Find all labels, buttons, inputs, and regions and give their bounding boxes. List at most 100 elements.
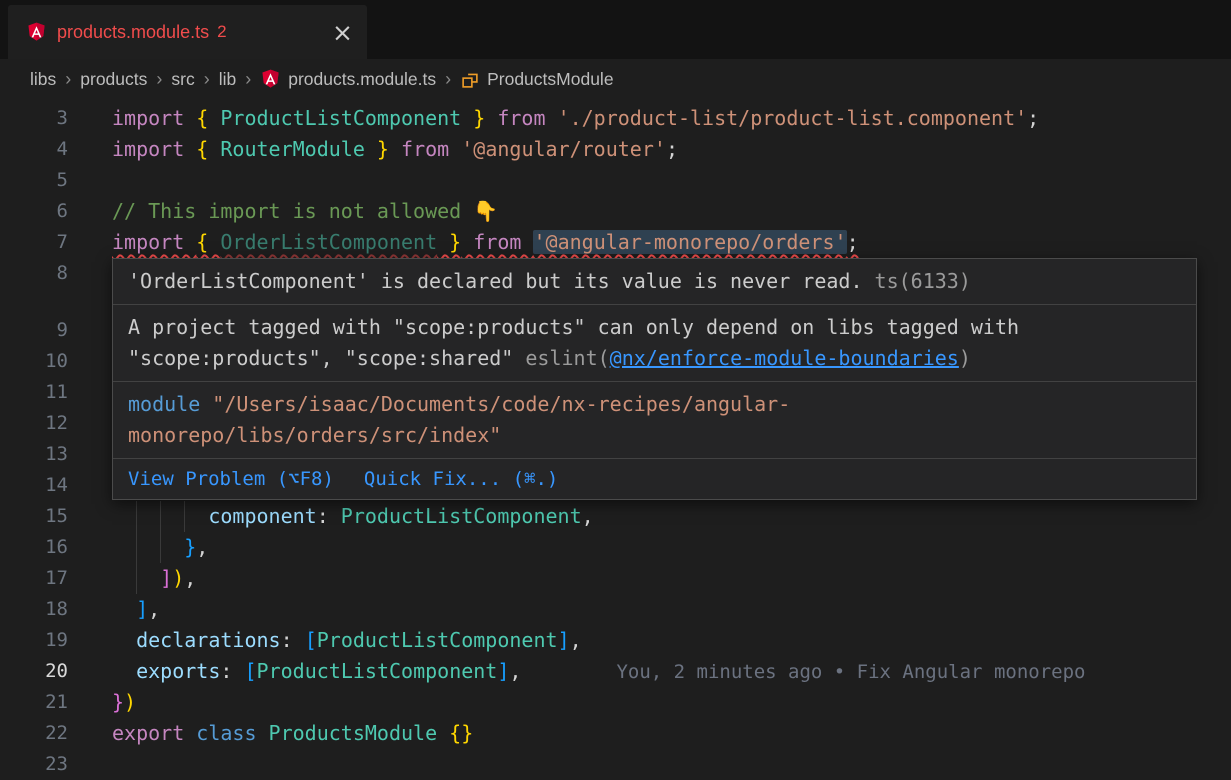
- indent-guide: [136, 501, 137, 532]
- line-number-3[interactable]: 3: [0, 103, 68, 134]
- line-content[interactable]: import { OrderListComponent } from '@ang…: [68, 227, 1231, 258]
- line-content[interactable]: ]),: [68, 563, 1231, 594]
- lint-rule-link[interactable]: @nx/enforce-module-boundaries: [610, 346, 959, 370]
- token-type: RouterModule: [220, 137, 365, 161]
- token-kw: from: [461, 230, 533, 254]
- token-pn: ;: [1027, 106, 1039, 130]
- code-line-6[interactable]: 6 // This import is not allowed 👇: [0, 196, 1231, 227]
- quick-fix-action[interactable]: Quick Fix... (⌘.): [364, 464, 558, 494]
- line-number-18[interactable]: 18: [0, 594, 68, 625]
- line-number-23[interactable]: 23: [0, 749, 68, 780]
- token-kw: import: [112, 230, 196, 254]
- code-line-15[interactable]: 15 component: ProductListComponent,: [0, 501, 1231, 532]
- line-content[interactable]: exports: [ProductListComponent],You, 2 m…: [68, 656, 1231, 687]
- code-editor: 3import { ProductListComponent } from '.…: [0, 100, 1231, 780]
- line-content[interactable]: [68, 749, 1231, 780]
- code-line-19[interactable]: 19 declarations: [ProductListComponent],: [0, 625, 1231, 656]
- hover-widget: 'OrderListComponent' is declared but its…: [112, 258, 1197, 500]
- line-number-12[interactable]: 12: [0, 408, 68, 439]
- code-line-16[interactable]: 16 },: [0, 532, 1231, 563]
- code-line-17[interactable]: 17 ]),: [0, 563, 1231, 594]
- editor-tab-products-module[interactable]: products.module.ts 2 ×: [8, 5, 367, 59]
- hover-text-dim: ): [959, 346, 971, 370]
- token-b3: [: [305, 628, 317, 652]
- line-content[interactable]: declarations: [ProductListComponent],: [68, 625, 1231, 656]
- hover-text-text: "scope:products", "scope:shared": [128, 346, 525, 370]
- token-kw: export: [112, 721, 196, 745]
- angular-icon: [26, 22, 47, 43]
- code-line-18[interactable]: 18 ],: [0, 594, 1231, 625]
- line-number-22[interactable]: 22: [0, 718, 68, 749]
- line-number-17[interactable]: 17: [0, 563, 68, 594]
- line-number-6[interactable]: 6: [0, 196, 68, 227]
- token-b1: {}: [449, 721, 473, 745]
- indent-guide: [136, 532, 137, 563]
- line-number-19[interactable]: 19: [0, 625, 68, 656]
- code-line-23[interactable]: 23: [0, 749, 1231, 780]
- line-number-11[interactable]: 11: [0, 377, 68, 408]
- hover-text-str: monorepo/libs/orders/src/index": [128, 423, 501, 447]
- class-symbol-icon: [460, 70, 480, 90]
- code-line-4[interactable]: 4import { RouterModule } from '@angular/…: [0, 134, 1231, 165]
- token-type: ProductListComponent: [220, 106, 461, 130]
- line-content[interactable]: // This import is not allowed 👇: [68, 196, 1231, 227]
- line-content[interactable]: import { RouterModule } from '@angular/r…: [68, 134, 1231, 165]
- token-pn: ,: [570, 628, 582, 652]
- breadcrumb-item-libs[interactable]: libs: [30, 69, 56, 90]
- token-type: ProductListComponent: [257, 659, 498, 683]
- line-content[interactable]: }): [68, 687, 1231, 718]
- line-number-13[interactable]: 13: [0, 439, 68, 470]
- token-pn: :: [317, 504, 341, 528]
- breadcrumb-item-productsmodule[interactable]: ProductsModule: [460, 69, 613, 90]
- line-number-5[interactable]: 5: [0, 165, 68, 196]
- token-b3: }: [184, 535, 196, 559]
- line-number-21[interactable]: 21: [0, 687, 68, 718]
- indent-guide: [184, 501, 185, 532]
- breadcrumb-item-lib[interactable]: lib: [219, 69, 237, 90]
- token-prop: component: [208, 504, 316, 528]
- token-pn: ,: [196, 535, 208, 559]
- line-content[interactable]: ],: [68, 594, 1231, 625]
- line-number-10[interactable]: 10: [0, 346, 68, 377]
- token-b1: ): [124, 690, 136, 714]
- line-number-7[interactable]: 7: [0, 227, 68, 258]
- token-b1: {: [196, 137, 220, 161]
- code-line-22[interactable]: 22export class ProductsModule {}: [0, 718, 1231, 749]
- git-blame-annotation: You, 2 minutes ago • Fix Angular monorep…: [616, 661, 1085, 683]
- breadcrumb-item-products-module-ts[interactable]: products.module.ts: [260, 69, 436, 90]
- token-b1: ): [172, 566, 184, 590]
- line-number-8[interactable]: 8: [0, 258, 68, 289]
- close-icon[interactable]: ×: [332, 20, 353, 45]
- line-content[interactable]: import { ProductListComponent } from './…: [68, 103, 1231, 134]
- line-number-16[interactable]: 16: [0, 532, 68, 563]
- line-number-14[interactable]: 14: [0, 470, 68, 501]
- token-ws: [112, 535, 184, 559]
- breadcrumb-item-products[interactable]: products: [80, 69, 147, 90]
- view-problem-action[interactable]: View Problem (⌥F8): [128, 464, 334, 494]
- code-line-7[interactable]: 7import { OrderListComponent } from '@an…: [0, 227, 1231, 258]
- token-pn: ,: [582, 504, 594, 528]
- token-b3: ]: [558, 628, 570, 652]
- code-line-20[interactable]: 20 exports: [ProductListComponent],You, …: [0, 656, 1231, 687]
- line-number-4[interactable]: 4: [0, 134, 68, 165]
- line-number-9[interactable]: 9: [0, 315, 68, 346]
- breadcrumb-label: lib: [219, 69, 237, 90]
- breadcrumb-item-src[interactable]: src: [171, 69, 194, 90]
- token-b1: }: [437, 230, 461, 254]
- token-prop: exports: [136, 659, 220, 683]
- token-cm: // This import is not allowed 👇: [112, 199, 498, 223]
- code-line-21[interactable]: 21}): [0, 687, 1231, 718]
- line-number-20[interactable]: 20: [0, 656, 68, 687]
- hover-body: 'OrderListComponent' is declared but its…: [113, 259, 1196, 459]
- line-content[interactable]: component: ProductListComponent,: [68, 501, 1231, 532]
- code-line-3[interactable]: 3import { ProductListComponent } from '.…: [0, 103, 1231, 134]
- chevron-right-icon: ›: [65, 69, 71, 90]
- chevron-right-icon: ›: [445, 69, 451, 90]
- line-content[interactable]: },: [68, 532, 1231, 563]
- code-line-5[interactable]: 5: [0, 165, 1231, 196]
- line-number-15[interactable]: 15: [0, 501, 68, 532]
- line-content[interactable]: [68, 165, 1231, 196]
- token-type: ProductListComponent: [317, 628, 558, 652]
- token-b1: {: [196, 230, 220, 254]
- line-content[interactable]: export class ProductsModule {}: [68, 718, 1231, 749]
